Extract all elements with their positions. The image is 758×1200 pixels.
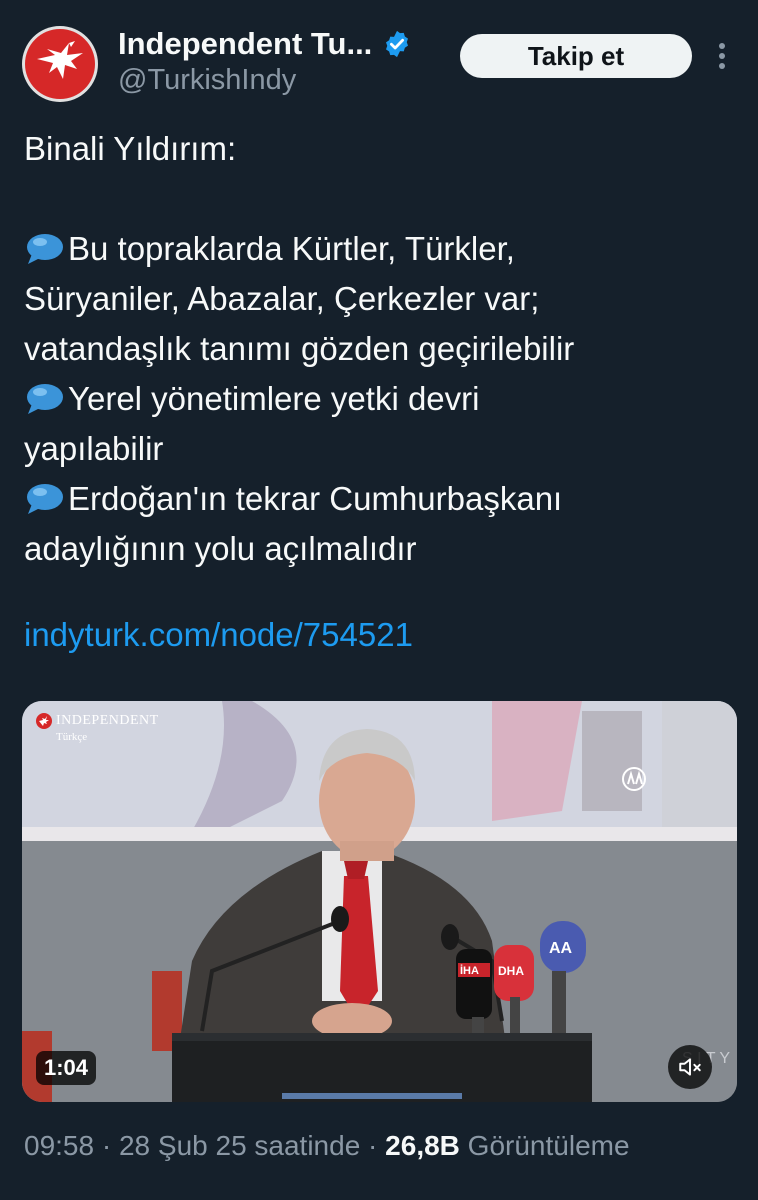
speech-bubble-icon [27, 384, 63, 414]
tweet-line: yapılabilir [24, 430, 164, 467]
bullet-text: Bu topraklarda Kürtler, Türkler, [68, 230, 515, 267]
tweet-line: vatandaşlık tanımı gözden geçirilebilir [24, 330, 575, 367]
tweet-line: Yerel yönetimlere yetki devri [24, 374, 734, 424]
tweet-text: Binali Yıldırım: Bu topraklarda Kürtler,… [24, 124, 734, 574]
tweet-time[interactable]: 09:58 [24, 1130, 94, 1161]
views-count[interactable]: 26,8B [385, 1130, 460, 1161]
tweet-meta: 09:58 · 28 Şub 25 saatinde · 26,8B Görün… [24, 1130, 630, 1162]
display-name[interactable]: Independent Tu... [118, 26, 372, 62]
follow-button[interactable]: Takip et [460, 34, 692, 78]
mic-label-dha: DHA [498, 964, 524, 978]
mic-label-iha: İHA [460, 964, 479, 977]
video-duration: 1:04 [36, 1051, 97, 1085]
bullet-text: Erdoğan'ın tekrar Cumhurbaşkanı [68, 480, 563, 517]
user-handle[interactable]: @TurkishIndy [118, 64, 296, 97]
meta-separator: · [360, 1130, 386, 1161]
meta-separator: · [94, 1130, 119, 1161]
tweet-header: Independent Tu... @TurkishIndy Takip et [22, 22, 736, 102]
tweet-line: Binali Yıldırım: [24, 130, 237, 167]
tweet-line: Bu topraklarda Kürtler, Türkler, [24, 224, 734, 274]
name-row: Independent Tu... [118, 26, 412, 62]
speech-bubble-icon [27, 234, 63, 264]
mic-label-aa: AA [549, 940, 573, 957]
article-link[interactable]: indyturk.com/node/754521 [24, 616, 413, 654]
mute-icon [679, 1058, 701, 1076]
more-vertical-icon[interactable] [710, 38, 734, 74]
video-player[interactable]: S I T Y INDEPENDENT Türkçe İHA DHA AA 1:… [22, 701, 737, 1102]
mute-button[interactable] [668, 1045, 712, 1089]
speech-bubble-icon [27, 484, 63, 514]
avatar[interactable] [22, 26, 98, 102]
views-label: Görüntüleme [459, 1130, 630, 1161]
tweet-line: adaylığının yolu açılmalıdır [24, 530, 417, 567]
verified-badge-icon [386, 30, 409, 58]
bullet-text: Yerel yönetimlere yetki devri [68, 380, 480, 417]
tweet-line: Erdoğan'ın tekrar Cumhurbaşkanı [24, 474, 734, 524]
tweet-date[interactable]: 28 Şub 25 saatinde [119, 1130, 360, 1161]
eagle-logo-icon [37, 41, 83, 79]
mic-labels: İHA DHA AA [460, 940, 573, 978]
tweet-line: Süryaniler, Abazalar, Çerkezler var; [24, 280, 540, 317]
